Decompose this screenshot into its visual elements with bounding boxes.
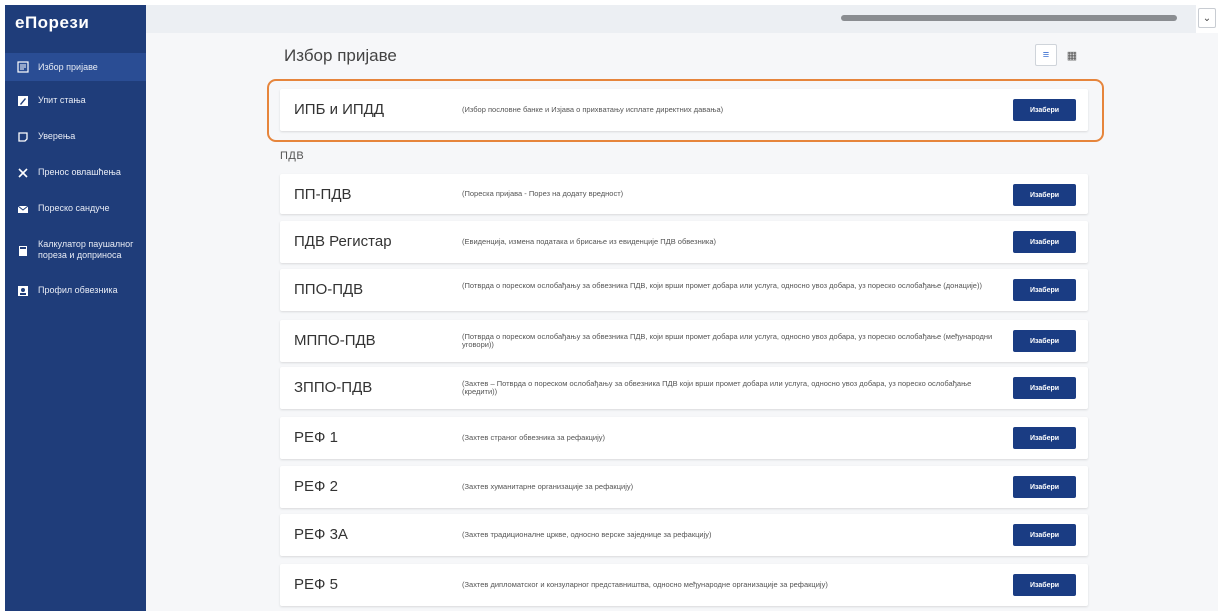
select-button[interactable]: Изабери bbox=[1013, 574, 1076, 596]
row-code: МППО-ПДВ bbox=[294, 332, 376, 349]
row-code: ППО-ПДВ bbox=[294, 281, 364, 298]
view-toggle: ≡ ▦ bbox=[1035, 44, 1083, 66]
list-item: РЕФ 3А (Захтев традиционалне цркве, одно… bbox=[280, 514, 1088, 556]
user-info-bar[interactable] bbox=[841, 15, 1177, 21]
list-item: ЗППО-ПДВ (Захтев – Потврда о пореском ос… bbox=[280, 367, 1088, 409]
list-item: РЕФ 2 (Захтев хуманитарне организације з… bbox=[280, 466, 1088, 508]
sidebar-item-label: Уверења bbox=[38, 131, 76, 141]
sidebar-item-uverenja[interactable]: Уверења bbox=[5, 131, 146, 143]
top-bar bbox=[146, 5, 1196, 33]
section-heading: ПДВ bbox=[280, 150, 305, 162]
list-item: ИПБ и ИПДД (Избор пословне банке и Изјав… bbox=[280, 89, 1088, 131]
select-button[interactable]: Изабери bbox=[1013, 184, 1076, 206]
sidebar-item-kalkulator[interactable]: Калкулатор паушалног пореза и доприноса bbox=[5, 239, 146, 261]
sidebar: еПорези Избор пријаве Упит стања Уверења… bbox=[5, 5, 146, 611]
app-logo[interactable]: еПорези bbox=[5, 5, 146, 41]
main-content: Избор пријаве ≡ ▦ ИПБ и ИПДД (Избор посл… bbox=[146, 33, 1218, 611]
row-description: (Захтев дипломатског и конзуларног предс… bbox=[462, 580, 828, 589]
sidebar-item-profil-obveznika[interactable]: Профил обвезника bbox=[5, 285, 146, 297]
row-code: РЕФ 1 bbox=[294, 429, 338, 446]
list-item: РЕФ 5 (Захтев дипломатског и конзуларног… bbox=[280, 564, 1088, 606]
sidebar-item-label: Калкулатор паушалног пореза и доприноса bbox=[38, 239, 134, 260]
row-description: (Евиденција, измена података и брисање и… bbox=[462, 237, 717, 246]
list-item: ППО-ПДВ (Потврда о пореском ослобађању з… bbox=[280, 269, 1088, 311]
pencil-icon bbox=[17, 95, 29, 107]
list-item: ПП-ПДВ (Пореска пријава - Порез на додат… bbox=[280, 174, 1088, 214]
transfer-icon bbox=[17, 167, 29, 179]
select-button[interactable]: Изабери bbox=[1013, 330, 1076, 352]
select-button[interactable]: Изабери bbox=[1013, 377, 1076, 399]
mail-icon bbox=[17, 203, 29, 215]
row-description: (Захтев страног обвезника за рефакцију) bbox=[462, 433, 606, 442]
row-description: (Потврда о пореском ослобађању за обвезн… bbox=[462, 332, 993, 349]
profile-icon bbox=[17, 285, 29, 297]
sidebar-item-label: Упит стања bbox=[38, 95, 86, 105]
chevron-down-icon: ⌄ bbox=[1202, 12, 1212, 24]
row-code: ИПБ и ИПДД bbox=[294, 101, 384, 118]
select-button[interactable]: Изабери bbox=[1013, 231, 1076, 253]
certificate-icon bbox=[17, 131, 29, 143]
form-icon bbox=[17, 61, 29, 73]
select-button[interactable]: Изабери bbox=[1013, 279, 1076, 301]
list-item: РЕФ 1 (Захтев страног обвезника за рефак… bbox=[280, 417, 1088, 459]
user-menu-dropdown[interactable]: ⌄ bbox=[1198, 8, 1216, 28]
row-description: (Пореска пријава - Порез на додату вредн… bbox=[462, 189, 624, 198]
list-view-icon[interactable]: ≡ bbox=[1035, 44, 1057, 66]
row-code: РЕФ 2 bbox=[294, 478, 338, 495]
list-item: ПДВ Регистар (Евиденција, измена податак… bbox=[280, 221, 1088, 263]
row-code: РЕФ 5 bbox=[294, 576, 338, 593]
sidebar-item-prenos-ovlascenja[interactable]: Пренос овлашћења bbox=[5, 167, 146, 179]
select-button[interactable]: Изабери bbox=[1013, 524, 1076, 546]
sidebar-item-label: Пренос овлашћења bbox=[38, 167, 121, 177]
sidebar-item-poresko-sanduce[interactable]: Пореско сандуче bbox=[5, 203, 146, 215]
row-description: (Захтев традиционалне цркве, односно вер… bbox=[462, 530, 712, 539]
select-button[interactable]: Изабери bbox=[1013, 427, 1076, 449]
grid-view-icon[interactable]: ▦ bbox=[1061, 44, 1083, 66]
calculator-icon bbox=[17, 245, 29, 257]
select-button[interactable]: Изабери bbox=[1013, 99, 1076, 121]
sidebar-item-label: Пореско сандуче bbox=[38, 203, 110, 213]
sidebar-item-upit-stanja[interactable]: Упит стања bbox=[5, 95, 146, 107]
select-button[interactable]: Изабери bbox=[1013, 476, 1076, 498]
row-code: ЗППО-ПДВ bbox=[294, 379, 373, 396]
sidebar-item-label: Избор пријаве bbox=[38, 61, 98, 72]
row-description: (Потврда о пореском ослобађању за обвезн… bbox=[462, 281, 982, 290]
sidebar-item-label: Профил обвезника bbox=[38, 285, 118, 295]
row-code: ПДВ Регистар bbox=[294, 233, 392, 250]
page-title: Избор пријаве bbox=[284, 46, 397, 65]
row-description: (Избор пословне банке и Изјава о прихват… bbox=[462, 105, 724, 114]
row-description: (Захтев хуманитарне организације за рефа… bbox=[462, 482, 634, 491]
list-item: МППО-ПДВ (Потврда о пореском ослобађању … bbox=[280, 320, 1088, 362]
sidebar-item-izbor-prijave[interactable]: Избор пријаве bbox=[5, 53, 146, 81]
row-code: РЕФ 3А bbox=[294, 526, 348, 543]
row-description: (Захтев – Потврда о пореском ослобађању … bbox=[462, 379, 972, 396]
row-code: ПП-ПДВ bbox=[294, 186, 352, 203]
